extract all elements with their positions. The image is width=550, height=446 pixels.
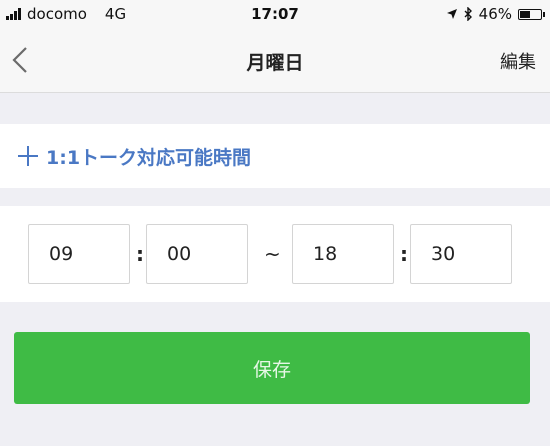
battery-percent: 46%: [478, 5, 512, 23]
save-button-label: 保存: [252, 358, 291, 381]
end-minute-value: 30: [431, 243, 456, 265]
add-chat-hours-button[interactable]: 1:1トーク対応可能時間: [0, 124, 550, 188]
page-title: 月曜日: [246, 52, 304, 74]
save-button[interactable]: 保存: [14, 332, 530, 404]
plus-icon: [18, 146, 38, 166]
end-hour-field[interactable]: 18: [292, 224, 394, 284]
status-right: 46%: [446, 5, 545, 23]
edit-button[interactable]: 編集: [500, 48, 536, 74]
range-tilde: ~: [264, 242, 281, 266]
start-colon: :: [136, 242, 144, 266]
battery-level-fill: [520, 10, 531, 18]
battery-icon: [518, 8, 545, 20]
start-minute-field[interactable]: 00: [146, 224, 248, 284]
start-hour-value: 09: [49, 243, 74, 265]
start-minute-value: 00: [167, 243, 192, 265]
time-range-picker: 09 : 00 ~ 18 : 30: [0, 206, 550, 302]
end-hour-value: 18: [313, 243, 338, 265]
end-colon: :: [400, 242, 408, 266]
add-chat-hours-label: 1:1トーク対応可能時間: [46, 146, 252, 169]
location-arrow-icon: [446, 9, 457, 19]
end-minute-field[interactable]: 30: [410, 224, 512, 284]
navigation-bar: 月曜日 編集: [0, 30, 550, 93]
bluetooth-icon: [464, 7, 472, 21]
status-bar: docomo 4G 17:07 46%: [0, 0, 550, 30]
start-hour-field[interactable]: 09: [28, 224, 130, 284]
